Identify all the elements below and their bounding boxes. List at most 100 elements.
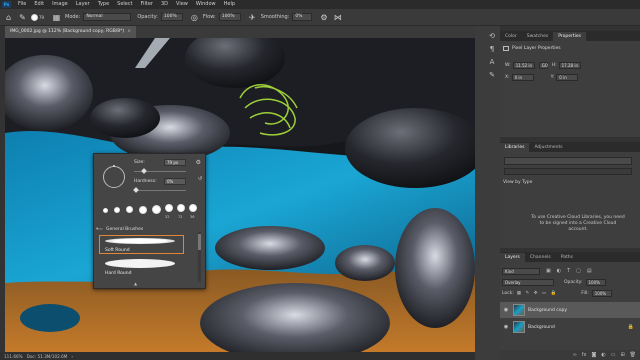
new-layer-icon[interactable]: ⊞ xyxy=(620,352,624,358)
brush-size-slider-thumb[interactable] xyxy=(141,168,147,174)
brush-tip-5[interactable] xyxy=(152,205,161,214)
menu-edit[interactable]: Edit xyxy=(30,0,48,9)
photoshop-logo-icon[interactable]: Ps xyxy=(2,1,11,8)
close-tab-icon[interactable]: × xyxy=(127,29,131,34)
menu-select[interactable]: Select xyxy=(113,0,136,9)
width-field[interactable]: 11.52 in xyxy=(512,62,535,69)
menu-help[interactable]: Help xyxy=(220,0,239,9)
visibility-eye-icon[interactable]: ◉ xyxy=(501,324,511,330)
brush-size-field[interactable]: 79 px xyxy=(164,159,186,166)
brush-tool-icon[interactable]: ✎ xyxy=(17,12,28,23)
mode-select[interactable]: Normal xyxy=(83,13,132,21)
smoothing-options-gear-icon[interactable]: ⚙ xyxy=(318,12,329,23)
hardness-field[interactable]: 0% xyxy=(164,178,186,185)
filter-adjustment-icon[interactable]: ◐ xyxy=(557,268,561,274)
zoom-readout[interactable]: 111.66% xyxy=(4,354,23,359)
tab-paths[interactable]: Paths xyxy=(556,253,578,262)
layer-style-icon[interactable]: fx xyxy=(582,352,587,358)
menu-type[interactable]: Type xyxy=(94,0,113,9)
layer-lock-icon[interactable]: 🔒 xyxy=(628,324,634,330)
menu-image[interactable]: Image xyxy=(48,0,72,9)
tab-color[interactable]: Color xyxy=(500,32,522,41)
status-chevron-icon[interactable]: › xyxy=(71,354,73,359)
filter-smart-object-icon[interactable]: ▤ xyxy=(587,268,592,274)
brush-preset-picker[interactable]: 79 xyxy=(31,11,47,23)
brush-tip-7[interactable] xyxy=(177,204,185,212)
brush-settings-icon[interactable]: ▦ xyxy=(51,12,62,23)
opacity-field[interactable]: 100% xyxy=(160,13,183,21)
new-group-icon[interactable]: ▭ xyxy=(611,352,616,358)
hardness-slider[interactable] xyxy=(134,190,186,191)
delete-layer-icon[interactable]: 🗑 xyxy=(630,352,636,358)
brush-angle-roundness-control[interactable] xyxy=(103,165,125,188)
library-search-input[interactable] xyxy=(504,168,632,175)
smoothing-field[interactable]: 0% xyxy=(292,13,313,21)
lock-pixels-icon[interactable]: ✎ xyxy=(525,291,529,296)
new-adjustment-icon[interactable]: ◐ xyxy=(601,352,605,358)
menu-layer[interactable]: Layer xyxy=(72,0,94,9)
tab-channels[interactable]: Channels xyxy=(525,253,556,262)
reset-angle-icon[interactable]: ↺ xyxy=(198,176,202,182)
brush-panel-icon[interactable]: ✎ xyxy=(489,69,495,82)
tab-layers[interactable]: Layers xyxy=(500,253,525,262)
lock-transparent-icon[interactable]: ▦ xyxy=(517,291,521,296)
tab-properties[interactable]: Properties xyxy=(553,32,586,41)
filter-type-icon[interactable]: T xyxy=(567,268,570,274)
brush-tip-6[interactable] xyxy=(165,204,173,212)
resize-handle-icon[interactable]: ▲ xyxy=(134,281,137,286)
filter-pixel-icon[interactable]: ▣ xyxy=(546,268,551,274)
brush-tip-4[interactable] xyxy=(139,206,147,214)
flow-field[interactable]: 100% xyxy=(218,13,241,21)
x-field[interactable]: 0 in xyxy=(511,74,534,81)
tab-libraries[interactable]: Libraries xyxy=(500,143,530,152)
menu-3d[interactable]: 3D xyxy=(157,0,172,9)
height-field[interactable]: 17.28 in xyxy=(558,62,581,69)
collapsed-panel-icons: ⟲ ¶ A ✎ xyxy=(486,30,498,82)
hardness-slider-thumb[interactable] xyxy=(133,187,139,193)
add-mask-icon[interactable]: ◙ xyxy=(591,352,596,358)
menu-view[interactable]: View xyxy=(172,0,192,9)
menu-window[interactable]: Window xyxy=(192,0,220,9)
filter-shape-icon[interactable]: ▢ xyxy=(576,268,581,274)
paragraph-icon[interactable]: ¶ xyxy=(490,43,494,56)
y-field[interactable]: 0 in xyxy=(556,74,579,81)
link-dimensions-button[interactable]: GO xyxy=(538,62,548,69)
brush-settings-gear-icon[interactable]: ⚙ xyxy=(196,159,201,166)
layer-row-background-copy[interactable]: ◉ Background copy xyxy=(500,302,640,318)
character-icon[interactable]: A xyxy=(490,56,495,69)
brush-tip-1[interactable] xyxy=(103,208,108,213)
lock-all-icon[interactable]: 🔒 xyxy=(551,291,557,296)
brush-tip-2[interactable] xyxy=(114,207,120,213)
tab-adjustments[interactable]: Adjustments xyxy=(529,143,567,152)
layer-opacity-field[interactable]: 100% xyxy=(585,279,606,286)
library-select[interactable] xyxy=(504,157,632,165)
symmetry-icon[interactable]: ⋈ xyxy=(332,12,343,23)
smoothing-label: Smoothing: xyxy=(260,14,290,20)
lock-artboard-icon[interactable]: ▭ xyxy=(542,291,546,296)
layer-row-background[interactable]: ◉ Background 🔒 xyxy=(500,319,640,335)
brush-name-soft-round[interactable]: Soft Round xyxy=(105,248,130,253)
tab-swatches[interactable]: Swatches xyxy=(522,32,554,41)
home-icon[interactable]: ⌂ xyxy=(3,12,14,23)
brush-tip-8[interactable] xyxy=(189,204,197,212)
menu-filter[interactable]: Filter xyxy=(137,0,157,9)
brush-list-scrollbar[interactable] xyxy=(198,232,201,282)
view-by-select[interactable]: View by Type xyxy=(503,180,532,185)
folder-icon[interactable]: ▾▭ xyxy=(96,227,103,232)
document-canvas[interactable] xyxy=(5,38,475,352)
fill-field[interactable]: 100% xyxy=(591,290,612,297)
link-layers-icon[interactable]: ∞ xyxy=(573,352,577,358)
brush-name-hard-round[interactable]: Hard Round xyxy=(105,271,131,276)
filter-kind-select[interactable]: Kind xyxy=(502,267,540,275)
layer-name[interactable]: Background copy xyxy=(528,308,567,313)
blend-mode-select[interactable]: Overlay xyxy=(502,279,554,286)
visibility-eye-icon[interactable]: ◉ xyxy=(501,307,511,313)
airbrush-icon[interactable]: ✈ xyxy=(247,12,258,23)
menu-file[interactable]: File xyxy=(14,0,30,9)
brush-tip-3[interactable] xyxy=(126,206,133,213)
document-tab[interactable]: IMG_0002.jpg @ 112% (Background copy, RG… xyxy=(5,26,136,38)
history-icon[interactable]: ⟲ xyxy=(489,30,495,43)
lock-position-icon[interactable]: ✥ xyxy=(534,291,538,296)
pressure-opacity-icon[interactable]: ◎ xyxy=(189,12,200,23)
layer-name[interactable]: Background xyxy=(528,325,555,330)
